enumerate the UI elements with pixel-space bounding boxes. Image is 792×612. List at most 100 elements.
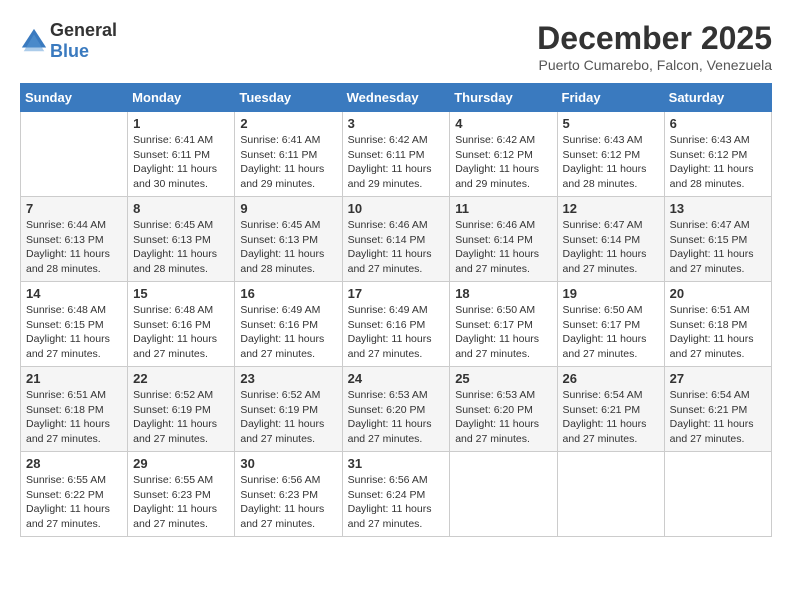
calendar-cell: 25 Sunrise: 6:53 AMSunset: 6:20 PMDayligh…: [450, 367, 557, 452]
weekday-header-friday: Friday: [557, 84, 664, 112]
calendar-title: December 2025: [537, 20, 772, 57]
logo-blue: Blue: [50, 41, 89, 61]
day-info: Sunrise: 6:54 AMSunset: 6:21 PMDaylight:…: [670, 388, 766, 447]
day-info: Sunrise: 6:46 AMSunset: 6:14 PMDaylight:…: [455, 218, 551, 277]
day-number: 25: [455, 371, 551, 386]
calendar-cell: 2 Sunrise: 6:41 AMSunset: 6:11 PMDaylight…: [235, 112, 342, 197]
calendar-cell: 15 Sunrise: 6:48 AMSunset: 6:16 PMDayligh…: [128, 282, 235, 367]
day-number: 3: [348, 116, 445, 131]
calendar-cell: 30 Sunrise: 6:56 AMSunset: 6:23 PMDayligh…: [235, 452, 342, 537]
day-info: Sunrise: 6:51 AMSunset: 6:18 PMDaylight:…: [670, 303, 766, 362]
calendar-cell: 13 Sunrise: 6:47 AMSunset: 6:15 PMDayligh…: [664, 197, 771, 282]
day-number: 8: [133, 201, 229, 216]
calendar-cell: 7 Sunrise: 6:44 AMSunset: 6:13 PMDaylight…: [21, 197, 128, 282]
logo: General Blue: [20, 20, 117, 62]
weekday-header-tuesday: Tuesday: [235, 84, 342, 112]
day-number: 24: [348, 371, 445, 386]
day-number: 15: [133, 286, 229, 301]
day-number: 9: [240, 201, 336, 216]
calendar-subtitle: Puerto Cumarebo, Falcon, Venezuela: [537, 57, 772, 73]
day-info: Sunrise: 6:44 AMSunset: 6:13 PMDaylight:…: [26, 218, 122, 277]
calendar-cell: 20 Sunrise: 6:51 AMSunset: 6:18 PMDayligh…: [664, 282, 771, 367]
calendar-cell: 9 Sunrise: 6:45 AMSunset: 6:13 PMDaylight…: [235, 197, 342, 282]
calendar-week-row: 21Sunrise: 6:51 AMSunset: 6:18 PMDayligh…: [21, 367, 772, 452]
calendar-cell: 8 Sunrise: 6:45 AMSunset: 6:13 PMDaylight…: [128, 197, 235, 282]
day-info: Sunrise: 6:45 AMSunset: 6:13 PMDaylight:…: [240, 218, 336, 277]
day-number: 7: [26, 201, 122, 216]
day-number: 4: [455, 116, 551, 131]
day-number: 31: [348, 456, 445, 471]
calendar-cell: 14 Sunrise: 6:48 AMSunset: 6:15 PMDayligh…: [21, 282, 128, 367]
calendar-cell: 29 Sunrise: 6:55 AMSunset: 6:23 PMDayligh…: [128, 452, 235, 537]
day-number: 28: [26, 456, 122, 471]
calendar-cell: [21, 112, 128, 197]
calendar-cell: 28 Sunrise: 6:55 AMSunset: 6:22 PMDayligh…: [21, 452, 128, 537]
weekday-header-row: SundayMondayTuesdayWednesdayThursdayFrid…: [21, 84, 772, 112]
calendar-cell: [557, 452, 664, 537]
day-info: Sunrise: 6:52 AMSunset: 6:19 PMDaylight:…: [133, 388, 229, 447]
page-header: General Blue December 2025 Puerto Cumare…: [20, 20, 772, 73]
calendar-week-row: 7 Sunrise: 6:44 AMSunset: 6:13 PMDaylight…: [21, 197, 772, 282]
weekday-header-saturday: Saturday: [664, 84, 771, 112]
day-info: Sunrise: 6:43 AMSunset: 6:12 PMDaylight:…: [670, 133, 766, 192]
day-number: 29: [133, 456, 229, 471]
day-number: 1: [133, 116, 229, 131]
calendar-cell: 24 Sunrise: 6:53 AMSunset: 6:20 PMDayligh…: [342, 367, 450, 452]
day-info: Sunrise: 6:41 AMSunset: 6:11 PMDaylight:…: [133, 133, 229, 192]
day-info: Sunrise: 6:55 AMSunset: 6:22 PMDaylight:…: [26, 473, 122, 532]
day-info: Sunrise: 6:52 AMSunset: 6:19 PMDaylight:…: [240, 388, 336, 447]
calendar-cell: 27 Sunrise: 6:54 AMSunset: 6:21 PMDayligh…: [664, 367, 771, 452]
day-info: Sunrise: 6:49 AMSunset: 6:16 PMDaylight:…: [240, 303, 336, 362]
day-info: Sunrise: 6:55 AMSunset: 6:23 PMDaylight:…: [133, 473, 229, 532]
day-info: Sunrise: 6:47 AMSunset: 6:14 PMDaylight:…: [563, 218, 659, 277]
day-info: Sunrise: 6:53 AMSunset: 6:20 PMDaylight:…: [455, 388, 551, 447]
calendar-cell: 19Sunrise: 6:50 AMSunset: 6:17 PMDayligh…: [557, 282, 664, 367]
day-number: 13: [670, 201, 766, 216]
calendar-cell: [664, 452, 771, 537]
calendar-cell: 16 Sunrise: 6:49 AMSunset: 6:16 PMDayligh…: [235, 282, 342, 367]
calendar-week-row: 28 Sunrise: 6:55 AMSunset: 6:22 PMDayligh…: [21, 452, 772, 537]
day-info: Sunrise: 6:45 AMSunset: 6:13 PMDaylight:…: [133, 218, 229, 277]
calendar-cell: 6Sunrise: 6:43 AMSunset: 6:12 PMDaylight…: [664, 112, 771, 197]
day-number: 18: [455, 286, 551, 301]
day-number: 30: [240, 456, 336, 471]
day-number: 23: [240, 371, 336, 386]
calendar-cell: 18 Sunrise: 6:50 AMSunset: 6:17 PMDayligh…: [450, 282, 557, 367]
day-info: Sunrise: 6:42 AMSunset: 6:11 PMDaylight:…: [348, 133, 445, 192]
day-info: Sunrise: 6:50 AMSunset: 6:17 PMDaylight:…: [455, 303, 551, 362]
day-info: Sunrise: 6:50 AMSunset: 6:17 PMDaylight:…: [563, 303, 659, 362]
logo-icon: [20, 27, 48, 55]
day-info: Sunrise: 6:47 AMSunset: 6:15 PMDaylight:…: [670, 218, 766, 277]
day-info: Sunrise: 6:41 AMSunset: 6:11 PMDaylight:…: [240, 133, 336, 192]
day-number: 27: [670, 371, 766, 386]
day-number: 14: [26, 286, 122, 301]
day-info: Sunrise: 6:46 AMSunset: 6:14 PMDaylight:…: [348, 218, 445, 277]
calendar-cell: 12 Sunrise: 6:47 AMSunset: 6:14 PMDayligh…: [557, 197, 664, 282]
title-area: December 2025 Puerto Cumarebo, Falcon, V…: [537, 20, 772, 73]
calendar-cell: 10 Sunrise: 6:46 AMSunset: 6:14 PMDayligh…: [342, 197, 450, 282]
day-info: Sunrise: 6:42 AMSunset: 6:12 PMDaylight:…: [455, 133, 551, 192]
day-number: 2: [240, 116, 336, 131]
day-info: Sunrise: 6:56 AMSunset: 6:24 PMDaylight:…: [348, 473, 445, 532]
day-info: Sunrise: 6:54 AMSunset: 6:21 PMDaylight:…: [563, 388, 659, 447]
calendar-cell: 3 Sunrise: 6:42 AMSunset: 6:11 PMDaylight…: [342, 112, 450, 197]
day-info: Sunrise: 6:49 AMSunset: 6:16 PMDaylight:…: [348, 303, 445, 362]
day-info: Sunrise: 6:48 AMSunset: 6:16 PMDaylight:…: [133, 303, 229, 362]
day-number: 10: [348, 201, 445, 216]
day-number: 20: [670, 286, 766, 301]
day-number: 12: [563, 201, 659, 216]
calendar-cell: 1 Sunrise: 6:41 AMSunset: 6:11 PMDaylight…: [128, 112, 235, 197]
day-number: 11: [455, 201, 551, 216]
day-info: Sunrise: 6:56 AMSunset: 6:23 PMDaylight:…: [240, 473, 336, 532]
day-number: 17: [348, 286, 445, 301]
day-number: 5: [563, 116, 659, 131]
day-info: Sunrise: 6:51 AMSunset: 6:18 PMDaylight:…: [26, 388, 122, 447]
day-info: Sunrise: 6:48 AMSunset: 6:15 PMDaylight:…: [26, 303, 122, 362]
calendar-week-row: 14 Sunrise: 6:48 AMSunset: 6:15 PMDayligh…: [21, 282, 772, 367]
weekday-header-sunday: Sunday: [21, 84, 128, 112]
weekday-header-monday: Monday: [128, 84, 235, 112]
calendar-cell: 17 Sunrise: 6:49 AMSunset: 6:16 PMDayligh…: [342, 282, 450, 367]
day-info: Sunrise: 6:53 AMSunset: 6:20 PMDaylight:…: [348, 388, 445, 447]
calendar-cell: [450, 452, 557, 537]
day-number: 16: [240, 286, 336, 301]
